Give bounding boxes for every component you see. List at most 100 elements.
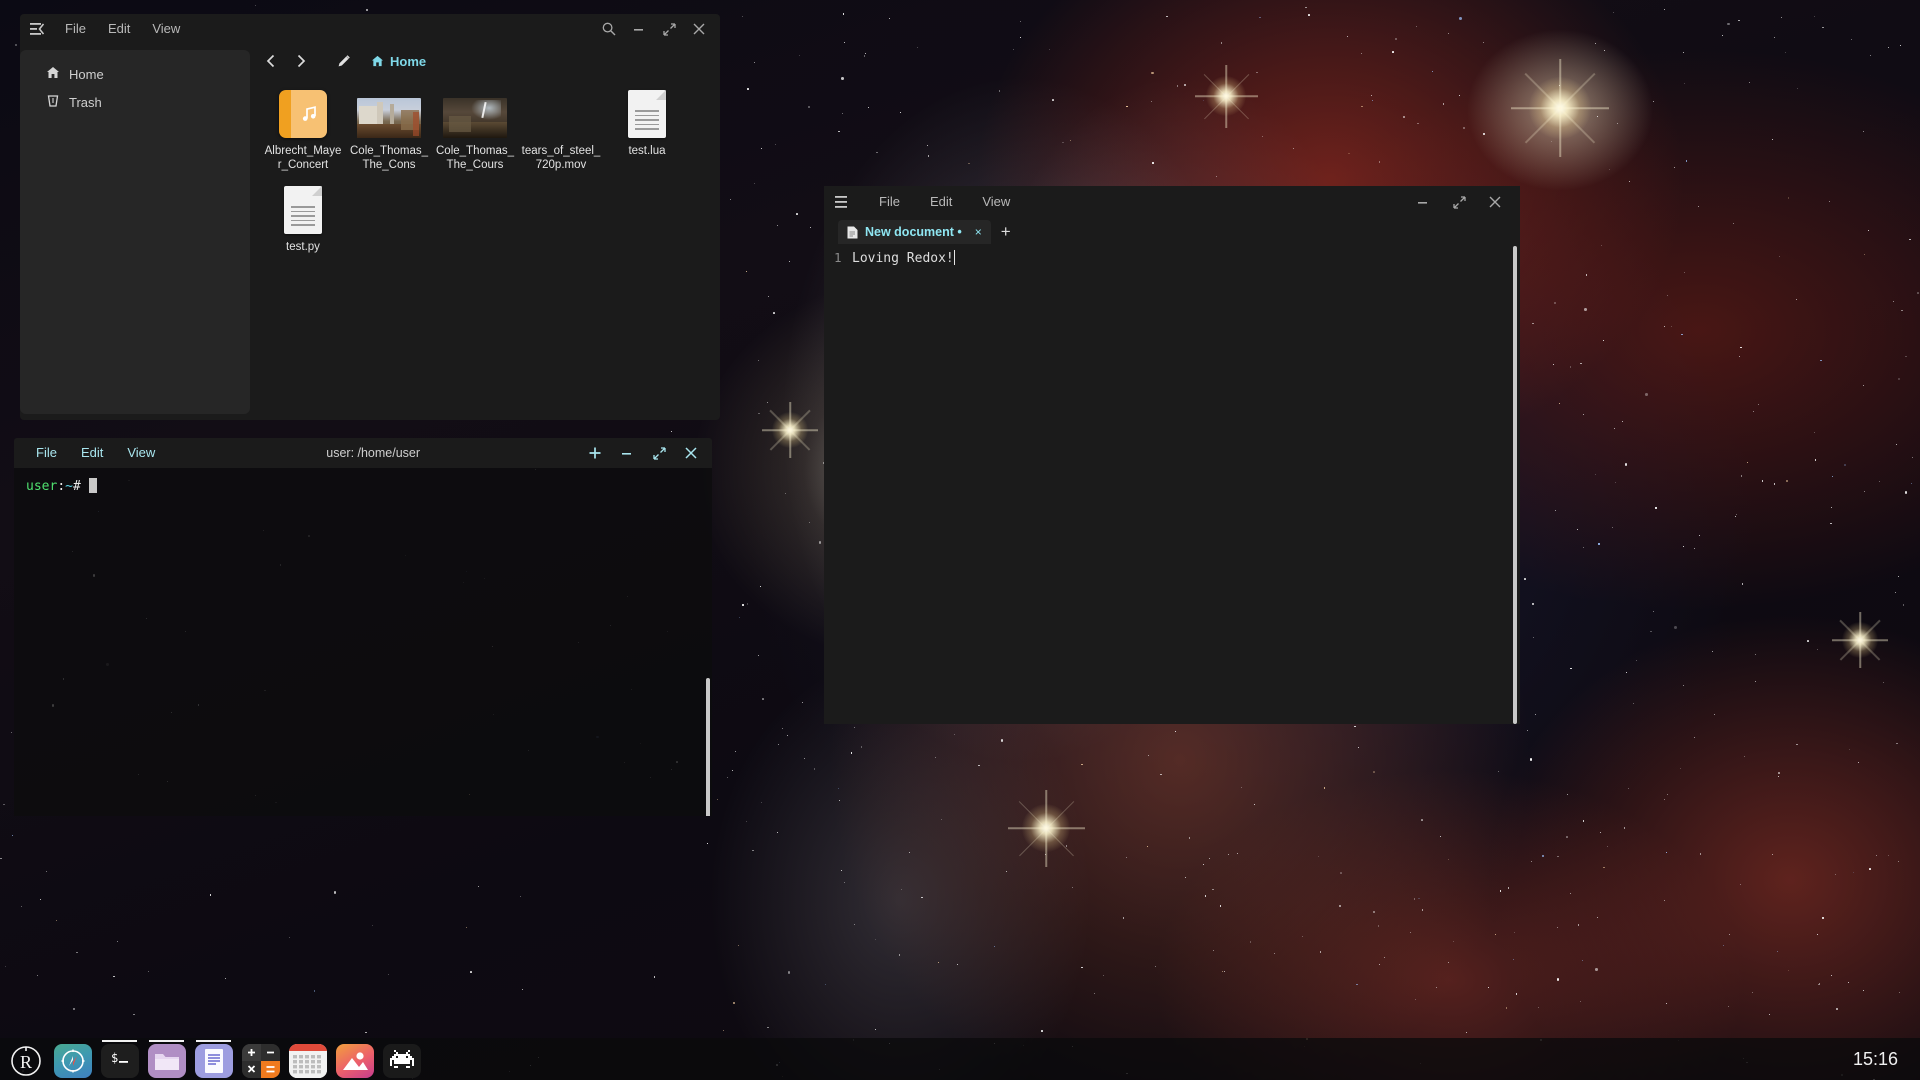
photo-icon bbox=[342, 1051, 368, 1070]
minimize-icon[interactable] bbox=[611, 438, 643, 468]
terminal-prompt-line: user:~# bbox=[14, 468, 712, 494]
file-grid: Albrecht_Mayer_Concert Cole_Thomas_The_C… bbox=[250, 78, 720, 264]
image-viewer-launcher[interactable] bbox=[334, 1039, 375, 1080]
file-item[interactable]: tears_of_steel_720p.mov bbox=[518, 86, 604, 172]
editor-scrollbar[interactable] bbox=[1513, 246, 1517, 724]
editor-titlebar: File Edit View bbox=[824, 186, 1520, 218]
prompt-user: user bbox=[26, 479, 58, 494]
term-menu-view[interactable]: View bbox=[115, 438, 167, 468]
document-file-icon bbox=[284, 182, 322, 234]
calendar-icon bbox=[288, 1043, 327, 1078]
game-launcher[interactable] bbox=[381, 1039, 422, 1080]
home-icon bbox=[46, 66, 60, 82]
close-icon[interactable] bbox=[1480, 187, 1510, 217]
calendar-launcher[interactable] bbox=[287, 1039, 328, 1080]
hamburger-icon[interactable] bbox=[20, 23, 54, 35]
editor-tab[interactable]: New document • × bbox=[838, 220, 991, 246]
trash-icon bbox=[46, 94, 60, 110]
file-label: Cole_Thomas_The_Cons bbox=[350, 145, 428, 171]
terminal-title-path: user: /home/user bbox=[326, 446, 421, 460]
editor-document-text: Loving Redox! bbox=[852, 250, 956, 266]
file-manager-titlebar: File Edit View bbox=[20, 14, 720, 44]
terminal-launcher[interactable]: $ bbox=[99, 1039, 140, 1080]
file-manager-main: Home Albrecht_Mayer_Concert Cole_Thomas_… bbox=[250, 44, 720, 420]
file-label: test.lua bbox=[628, 145, 666, 157]
editor-menu-edit[interactable]: Edit bbox=[919, 187, 963, 217]
minimize-icon[interactable] bbox=[624, 14, 654, 44]
fm-menu-edit[interactable]: Edit bbox=[97, 14, 141, 44]
file-manager-toolbar: Home bbox=[250, 44, 720, 78]
sidebar-label-home: Home bbox=[69, 66, 104, 82]
sidebar-label-trash: Trash bbox=[69, 94, 102, 110]
running-indicator bbox=[149, 1039, 184, 1042]
editor-menu-view[interactable]: View bbox=[971, 187, 1021, 217]
running-indicator bbox=[102, 1039, 137, 1042]
taskbar-launchers: R $ bbox=[0, 1039, 422, 1080]
maximize-icon[interactable] bbox=[643, 438, 675, 468]
folder-icon bbox=[154, 1053, 179, 1070]
file-manager-window: File Edit View Home Trash Home Albrecht_… bbox=[20, 14, 720, 420]
browser-launcher[interactable] bbox=[52, 1039, 93, 1080]
editor-text-area[interactable]: 1 Loving Redox! bbox=[824, 244, 1520, 724]
hamburger-icon[interactable] bbox=[824, 196, 858, 208]
desktop: File Edit View Home Trash Home Albrecht_… bbox=[0, 0, 1920, 1080]
editor-menu-file[interactable]: File bbox=[868, 187, 911, 217]
prompt-colon: : bbox=[57, 479, 66, 494]
text-editor-launcher[interactable] bbox=[193, 1039, 234, 1080]
text-editor-window: File Edit View New document • × + 1 Lovi… bbox=[824, 186, 1520, 724]
file-item[interactable]: test.lua bbox=[604, 86, 690, 172]
minimize-icon[interactable] bbox=[1408, 187, 1438, 217]
new-tab-icon[interactable] bbox=[579, 438, 611, 468]
document-icon bbox=[847, 226, 858, 239]
close-icon[interactable] bbox=[684, 14, 714, 44]
editor-caret bbox=[953, 250, 956, 265]
calculator-launcher[interactable] bbox=[240, 1039, 281, 1080]
file-item[interactable]: test.py bbox=[260, 182, 346, 254]
close-icon[interactable] bbox=[675, 438, 707, 468]
fm-menu-file[interactable]: File bbox=[54, 14, 97, 44]
music-file-icon bbox=[279, 86, 327, 138]
breadcrumb-label: Home bbox=[390, 53, 427, 69]
terminal-window: File Edit View user: /home/user user:~# bbox=[14, 438, 712, 816]
breadcrumb[interactable]: Home bbox=[371, 54, 426, 69]
prompt-sigil: # bbox=[72, 479, 81, 494]
prompt-path: ~ bbox=[65, 479, 73, 494]
pencil-icon[interactable] bbox=[331, 48, 357, 74]
file-manager-sidebar: Home Trash bbox=[20, 50, 250, 414]
image-thumbnail bbox=[357, 86, 421, 138]
chevron-left-icon[interactable] bbox=[258, 48, 284, 74]
taskbar-clock: 15:16 bbox=[1852, 1048, 1898, 1069]
term-menu-edit[interactable]: Edit bbox=[69, 438, 115, 468]
sidebar-item-home[interactable]: Home bbox=[20, 60, 250, 88]
redox-menu-button[interactable]: R bbox=[5, 1039, 46, 1080]
file-label: Cole_Thomas_The_Cours bbox=[436, 145, 514, 171]
document-file-icon bbox=[628, 86, 666, 138]
image-thumbnail bbox=[443, 86, 507, 138]
term-menu-file[interactable]: File bbox=[14, 438, 69, 468]
file-label: test.py bbox=[286, 241, 320, 253]
close-icon[interactable]: × bbox=[969, 225, 982, 239]
terminal-cursor bbox=[88, 478, 97, 493]
file-item[interactable]: Cole_Thomas_The_Cours bbox=[432, 86, 518, 172]
file-item[interactable]: Albrecht_Mayer_Concert bbox=[260, 86, 346, 172]
maximize-icon[interactable] bbox=[1444, 187, 1474, 217]
sidebar-item-trash[interactable]: Trash bbox=[20, 88, 250, 116]
maximize-icon[interactable] bbox=[654, 14, 684, 44]
fm-menu-view[interactable]: View bbox=[141, 14, 191, 44]
terminal-scrollbar[interactable] bbox=[706, 678, 710, 816]
file-manager-launcher[interactable] bbox=[146, 1039, 187, 1080]
taskbar: R $ 15:16 bbox=[0, 1038, 1920, 1080]
file-manager-body: Home Trash Home Albrecht_Mayer_Concert C… bbox=[20, 44, 720, 420]
compass-icon bbox=[61, 1049, 84, 1072]
file-item[interactable]: Cole_Thomas_The_Cons bbox=[346, 86, 432, 172]
terminal-output-area[interactable]: user:~# bbox=[14, 468, 712, 816]
svg-text:R: R bbox=[19, 1052, 31, 1072]
file-label: tears_of_steel_720p.mov bbox=[521, 145, 601, 171]
chevron-right-icon[interactable] bbox=[288, 48, 314, 74]
redox-logo-icon: R bbox=[10, 1045, 41, 1076]
home-icon bbox=[371, 55, 384, 67]
new-tab-button[interactable]: + bbox=[991, 220, 1021, 244]
document-icon bbox=[204, 1048, 223, 1073]
calculator-icon bbox=[241, 1043, 280, 1078]
search-icon[interactable] bbox=[594, 14, 624, 44]
